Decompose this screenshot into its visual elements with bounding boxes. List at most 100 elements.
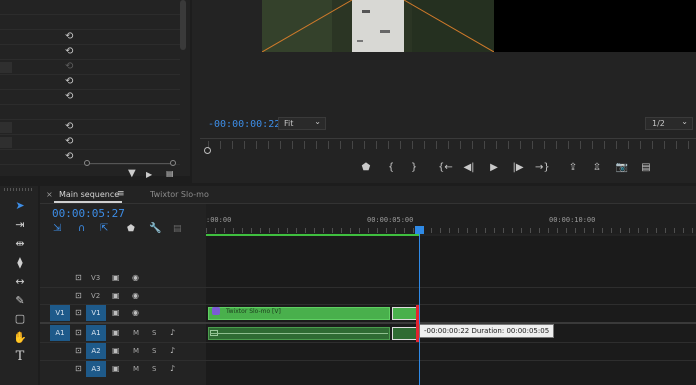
track-label[interactable]: V3 [91,270,100,286]
lock-icon[interactable]: ⊡ [75,325,82,341]
fit-dropdown[interactable]: Fit ⌄ [278,117,326,130]
video-clip-selected[interactable] [392,307,418,320]
add-marker-icon[interactable]: ⬟ [127,224,135,234]
track-select-tool-icon[interactable]: ⇥ [12,217,28,233]
source-patch-v1[interactable]: V1 [50,305,70,321]
captions-icon[interactable]: ▤ [173,224,182,234]
mute-button[interactable]: M [133,325,139,341]
play-audio-icon[interactable]: ▶ [146,170,152,179]
pen-tool-icon[interactable]: ✎ [12,293,28,309]
lock-icon[interactable]: ⊡ [75,343,82,359]
reset-icon[interactable]: ⟲ [65,46,76,57]
video-frame-image [262,0,494,52]
eye-icon[interactable]: ◉ [132,288,139,304]
reset-icon[interactable]: ⟲ [65,76,76,87]
export-frame-icon[interactable]: ▤ [166,169,174,178]
eye-icon[interactable]: ◉ [132,305,139,321]
tab-main-sequence[interactable]: × Main sequence ≡ [40,186,136,204]
track-header-v1: V1 ⊡ V1 ▣ ◉ [40,305,206,323]
zoom-bar[interactable] [90,163,170,164]
reset-icon[interactable]: ⟲ [65,91,76,102]
microphone-icon[interactable]: ♪ [170,343,175,359]
close-icon[interactable]: × [46,190,53,199]
solo-button[interactable]: S [152,361,156,377]
chevron-down-icon: ⌄ [314,117,321,126]
program-monitor-ruler[interactable] [200,138,696,152]
linked-selection-icon[interactable]: ⇱ [100,223,108,234]
menu-icon[interactable]: ≡ [117,189,125,199]
microphone-icon[interactable]: ♪ [170,325,175,341]
track-header-a2: ⊡ A2 ▣ M S ♪ [40,343,206,361]
sync-lock-icon[interactable]: ▣ [112,305,120,321]
tab-twixtor-slo-mo[interactable]: Twixtor Slo-mo [150,190,209,199]
ruler-label: 00:00:10:00 [549,216,596,224]
microphone-icon[interactable]: ♪ [170,361,175,377]
eye-icon[interactable]: ◉ [132,270,139,286]
solo-button[interactable]: S [152,325,156,341]
reset-icon[interactable]: ⟲ [65,121,76,132]
effect-controls-scrollbar[interactable] [180,0,186,50]
reset-icon[interactable]: ⟲ [65,61,76,72]
effect-row: ⟲ [0,45,180,60]
comparison-view-icon[interactable]: ▤ [639,161,653,175]
hand-tool-icon[interactable]: ✋ [12,330,28,346]
export-frame-camera-icon[interactable]: 📷 [615,161,629,175]
mute-button[interactable]: M [133,361,139,377]
zoom-handle-right[interactable] [170,160,176,166]
program-timecode[interactable]: -00:00:00:22 [208,119,280,130]
sync-lock-icon[interactable]: ▣ [112,325,120,341]
panel-grip[interactable] [4,188,34,191]
value-field[interactable] [0,137,12,148]
razor-tool-icon[interactable]: ⧫ [12,255,28,271]
extract-icon[interactable]: ⇫ [590,161,604,175]
timeline-playhead-handle[interactable] [415,226,424,234]
rectangle-tool-icon[interactable]: ▢ [12,311,28,327]
lock-icon[interactable]: ⊡ [75,270,82,286]
lock-icon[interactable]: ⊡ [75,288,82,304]
reset-icon[interactable]: ⟲ [65,31,76,42]
play-button-icon[interactable]: ▶ [487,161,501,175]
lock-icon[interactable]: ⊡ [75,305,82,321]
sync-lock-icon[interactable]: ▣ [112,288,120,304]
step-forward-icon[interactable]: |▶ [511,161,525,175]
lift-icon[interactable]: ⇪ [566,161,580,175]
sync-lock-icon[interactable]: ▣ [112,361,120,377]
wrench-icon[interactable]: 🔧 [149,223,161,234]
mute-button[interactable]: M [133,343,139,359]
timeline-ruler[interactable] [206,204,696,234]
track-header-a3: ⊡ A3 ▣ M S ♪ [40,361,206,379]
timeline-timecode[interactable]: 00:00:05:27 [52,207,125,220]
track-label[interactable]: V2 [91,288,100,304]
go-to-in-icon[interactable]: {← [438,161,453,175]
track-target-a3[interactable]: A3 [86,361,106,377]
reset-icon[interactable]: ⟲ [65,151,76,162]
timeline-playhead-line[interactable] [419,228,420,385]
selection-tool-icon[interactable]: ➤ [12,198,28,214]
nest-insert-icon[interactable]: ⇲ [53,223,61,234]
add-marker-icon[interactable]: ⬟ [359,161,373,175]
track-target-v1[interactable]: V1 [86,305,106,321]
audio-clip-selected[interactable] [392,327,418,340]
track-target-a1[interactable]: A1 [86,325,106,341]
snap-icon[interactable]: ∩ [78,223,85,234]
step-back-icon[interactable]: ◀| [462,161,476,175]
value-field[interactable] [0,122,12,133]
slip-tool-icon[interactable]: ↔ [12,274,28,290]
go-to-out-icon[interactable]: →} [535,161,550,175]
sync-lock-icon[interactable]: ▣ [112,343,120,359]
track-header-v2: ⊡ V2 ▣ ◉ [40,288,206,306]
mark-out-icon[interactable]: } [407,161,421,175]
mark-in-icon[interactable]: { [384,161,398,175]
resolution-dropdown[interactable]: 1/2 ⌄ [645,117,693,130]
solo-button[interactable]: S [152,343,156,359]
filter-icon[interactable]: ▼ [128,168,136,179]
value-field[interactable] [0,62,12,73]
lock-icon[interactable]: ⊡ [75,361,82,377]
sync-lock-icon[interactable]: ▣ [112,270,120,286]
source-patch-a1[interactable]: A1 [50,325,70,341]
track-target-a2[interactable]: A2 [86,343,106,359]
reset-icon[interactable]: ⟲ [65,136,76,147]
program-playhead-handle[interactable] [204,147,211,154]
ripple-edit-tool-icon[interactable]: ⇹ [12,236,28,252]
type-tool-icon[interactable]: T [12,349,28,365]
